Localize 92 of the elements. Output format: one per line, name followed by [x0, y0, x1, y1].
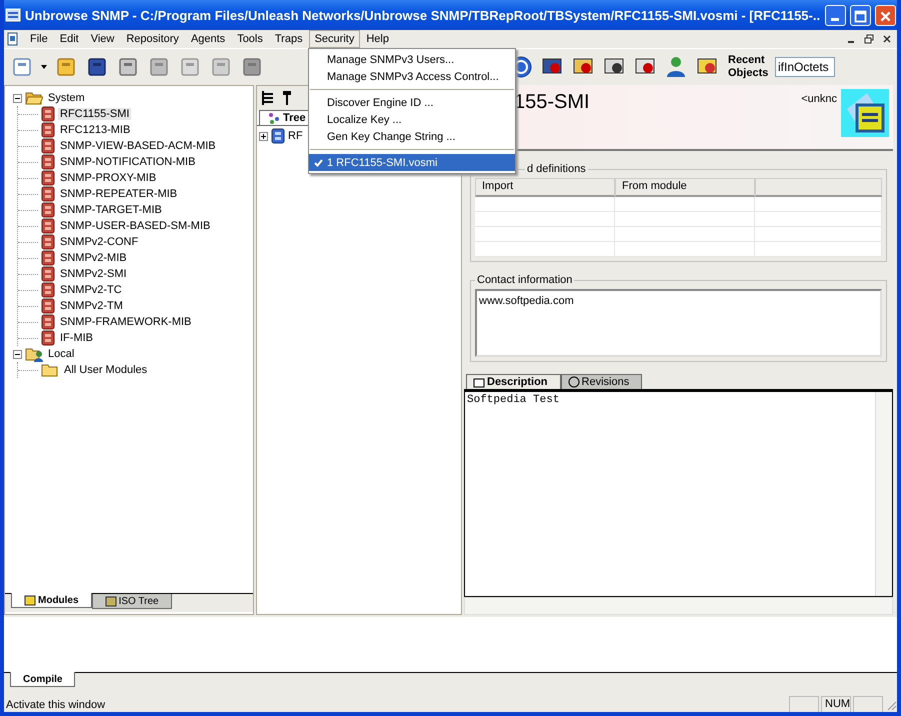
- nodes-icon: [268, 112, 280, 124]
- module-icon: [41, 298, 55, 314]
- collapse-toggle[interactable]: [13, 350, 22, 358]
- module-icon: [41, 138, 55, 154]
- module-icon: [41, 266, 55, 282]
- menu-item[interactable]: Manage SNMPv3 Users...: [309, 51, 515, 68]
- menu-item[interactable]: Edit: [54, 30, 85, 48]
- dropdown-icon: [41, 65, 47, 69]
- menu-item[interactable]: Traps: [268, 30, 309, 48]
- menu-item[interactable]: Security: [308, 30, 360, 48]
- tree-item[interactable]: SNMP-VIEW-BASED-ACM-MIB: [58, 140, 218, 152]
- minimize-icon: [831, 18, 839, 20]
- menu-item[interactable]: Discover Engine ID ...: [309, 94, 515, 111]
- window-title: Unbrowse SNMP - C:/Program Files/Unleash Networks/Unbrowse SNMP/TBRepRoot/TBSystem/RFC1155-SMI.vosmi - [RFC1155-...: [25, 8, 821, 22]
- column-header[interactable]: From module: [615, 178, 755, 197]
- tree-item[interactable]: System: [46, 92, 87, 104]
- minimize-icon: [848, 41, 854, 43]
- close-icon: [882, 34, 892, 44]
- module-icon: [41, 202, 55, 218]
- menu-item[interactable]: Repository: [120, 30, 185, 48]
- maximize-button[interactable]: [850, 4, 871, 26]
- module-icon: [41, 170, 55, 186]
- group-label: d definitions: [525, 163, 588, 175]
- tree-item[interactable]: SNMPv2-MIB: [58, 252, 129, 264]
- column-header[interactable]: Import: [475, 178, 615, 197]
- app-icon: [5, 7, 21, 23]
- tree-item[interactable]: SNMP-FRAMEWORK-MIB: [58, 316, 194, 328]
- expand-toggle[interactable]: [259, 132, 268, 140]
- tab[interactable]: Compile: [10, 672, 76, 687]
- tree-item[interactable]: All User Modules: [62, 364, 150, 376]
- module-icon: [41, 154, 55, 170]
- vertical-scrollbar[interactable]: [875, 392, 892, 596]
- tab-icon: [104, 595, 117, 607]
- document-icon: [6, 32, 20, 46]
- tab-icon: [24, 594, 36, 606]
- tree-item[interactable]: SNMP-USER-BASED-SM-MIB: [58, 220, 212, 232]
- module-status: <unknc: [801, 93, 837, 105]
- minimize-button[interactable]: [825, 4, 846, 26]
- tab[interactable]: ISO Tree: [92, 594, 172, 609]
- module-icon: [41, 122, 55, 138]
- tree-item[interactable]: SNMP-TARGET-MIB: [58, 204, 164, 216]
- menu-item[interactable]: Help: [360, 30, 395, 48]
- module-icon: [41, 218, 55, 234]
- tree-item[interactable]: SNMP-REPEATER-MIB: [58, 188, 180, 200]
- tree-item[interactable]: SNMPv2-TM: [58, 300, 125, 312]
- status-panel: NUM: [821, 696, 851, 712]
- status-panel: [789, 696, 819, 712]
- group-label: Contact information: [475, 274, 574, 286]
- tree-item[interactable]: RFC1213-MIB: [58, 124, 132, 136]
- module-icon: [41, 106, 55, 122]
- recent-objects-label: Recent Objects: [728, 54, 770, 80]
- collapse-toggle[interactable]: [13, 94, 22, 102]
- module-icon: [41, 250, 55, 266]
- tree-item[interactable]: RFC1155-SMI: [58, 108, 132, 120]
- contact-field[interactable]: www.softpedia.com: [475, 289, 882, 357]
- module-icon: [41, 282, 55, 298]
- close-button[interactable]: [875, 4, 896, 26]
- tree-item[interactable]: IF-MIB: [58, 332, 95, 344]
- tree-item[interactable]: SNMPv2-CONF: [58, 236, 140, 248]
- menu-item[interactable]: 1 RFC1155-SMI.vosmi: [309, 154, 515, 171]
- tree-item[interactable]: SNMPv2-SMI: [58, 268, 129, 280]
- tab[interactable]: Modules: [11, 593, 92, 608]
- menu-item[interactable]: Tools: [231, 30, 269, 48]
- menu-item[interactable]: File: [24, 30, 54, 48]
- menu-item[interactable]: View: [84, 30, 120, 48]
- tree-item[interactable]: SNMP-PROXY-MIB: [58, 172, 158, 184]
- tab[interactable]: Description: [466, 374, 561, 389]
- module-icon: [41, 330, 55, 346]
- disk-document-icon: [841, 89, 889, 137]
- module-title: 155-SMI: [514, 91, 591, 114]
- menu-item[interactable]: Manage SNMPv3 Access Control...: [309, 68, 515, 85]
- tree-view-icon[interactable]: [261, 90, 275, 106]
- recent-objects-field[interactable]: ifInOctets: [775, 57, 835, 77]
- folder-user-icon: [25, 346, 43, 362]
- module-icon: [41, 186, 55, 202]
- resize-grip[interactable]: [885, 698, 897, 710]
- module-icon: [41, 314, 55, 330]
- tree-item[interactable]: Local: [46, 348, 76, 360]
- menu-item[interactable]: Agents: [184, 30, 232, 48]
- horizontal-scrollbar[interactable]: [464, 597, 893, 615]
- tree-item[interactable]: SNMP-NOTIFICATION-MIB: [58, 156, 198, 168]
- status-message: Activate this window: [5, 698, 106, 710]
- menu-item[interactable]: Gen Key Change String ...: [309, 128, 515, 145]
- tree-item[interactable]: RF: [288, 130, 303, 142]
- module-icon: [271, 128, 285, 144]
- open-folder-icon: [25, 90, 43, 106]
- user-icon: [665, 56, 687, 78]
- restore-icon: [864, 34, 874, 44]
- tab[interactable]: Revisions: [560, 374, 642, 389]
- status-panel: [853, 696, 883, 712]
- tree-item[interactable]: SNMPv2-TC: [58, 284, 124, 296]
- module-icon: [41, 234, 55, 250]
